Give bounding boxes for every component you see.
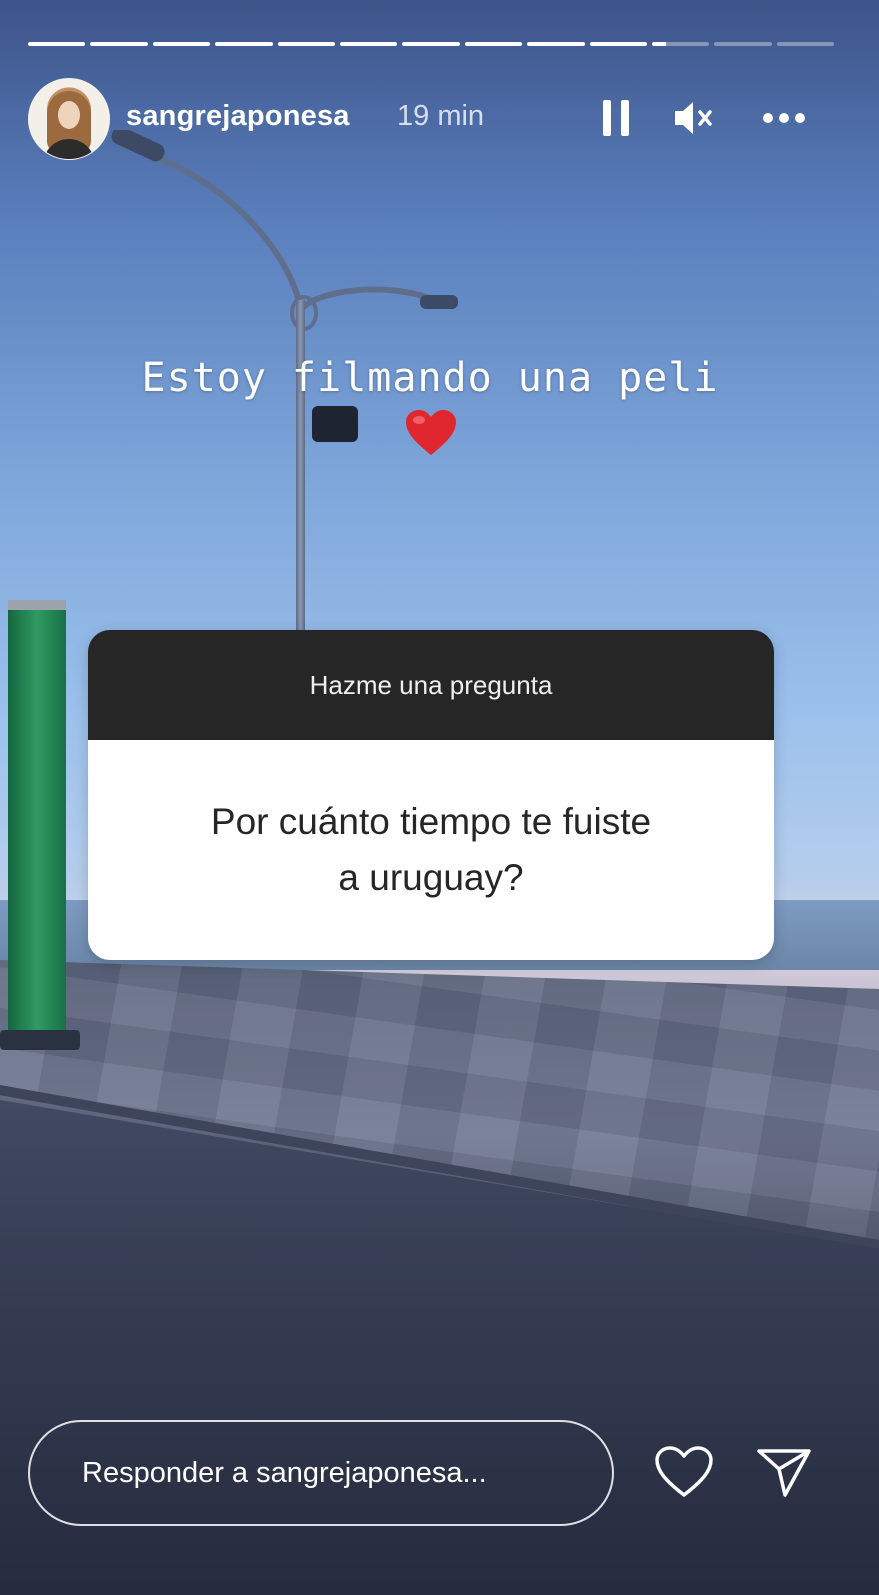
share-button[interactable] — [752, 1440, 816, 1504]
progress-segment — [714, 42, 772, 46]
story-progress-bar — [28, 42, 835, 46]
post-time: 19 min — [397, 100, 485, 132]
red-heart-emoji — [406, 410, 456, 455]
question-line-1: Por cuánto tiempo te fuiste — [210, 801, 652, 842]
street-lamp-arms — [111, 130, 458, 442]
avatar[interactable] — [28, 78, 110, 160]
progress-segment — [651, 42, 710, 46]
progress-segment — [215, 42, 273, 46]
progress-segment — [776, 42, 835, 46]
post-base — [0, 1030, 80, 1050]
progress-segment — [28, 42, 86, 46]
pause-icon — [603, 100, 629, 136]
story-caption: Estoy filmando una peli — [141, 355, 719, 401]
pause-button[interactable] — [594, 96, 638, 140]
username[interactable]: sangrejaponesa — [126, 100, 350, 133]
progress-segment — [464, 42, 523, 46]
green-post — [8, 600, 66, 1050]
more-options-icon — [763, 113, 805, 123]
question-sticker-body: Por cuánto tiempo te fuiste a uruguay? — [88, 740, 774, 960]
send-icon — [757, 1449, 811, 1497]
progress-segment — [402, 42, 460, 46]
mute-button[interactable] — [672, 96, 716, 140]
like-button[interactable] — [652, 1440, 716, 1504]
lamp-pole — [296, 300, 305, 630]
progress-segment — [90, 42, 148, 46]
progress-segment — [277, 42, 335, 46]
volume-muted-icon — [675, 102, 712, 134]
progress-segment — [339, 42, 398, 46]
question-sticker-header: Hazme una pregunta — [88, 630, 774, 740]
more-options-button[interactable] — [762, 96, 806, 140]
heart-icon — [655, 1446, 713, 1497]
progress-segment — [527, 42, 585, 46]
reply-input[interactable]: Responder a sangrejaponesa... — [28, 1420, 614, 1526]
progress-segment — [589, 42, 647, 46]
question-sticker[interactable]: Hazme una pregunta Por cuánto tiempo te … — [88, 630, 774, 960]
story-header: sangrejaponesa 19 min — [28, 78, 848, 160]
reply-placeholder: Responder a sangrejaponesa... — [82, 1456, 487, 1489]
question-line-2: a uruguay? — [338, 857, 524, 898]
progress-segment — [152, 42, 211, 46]
